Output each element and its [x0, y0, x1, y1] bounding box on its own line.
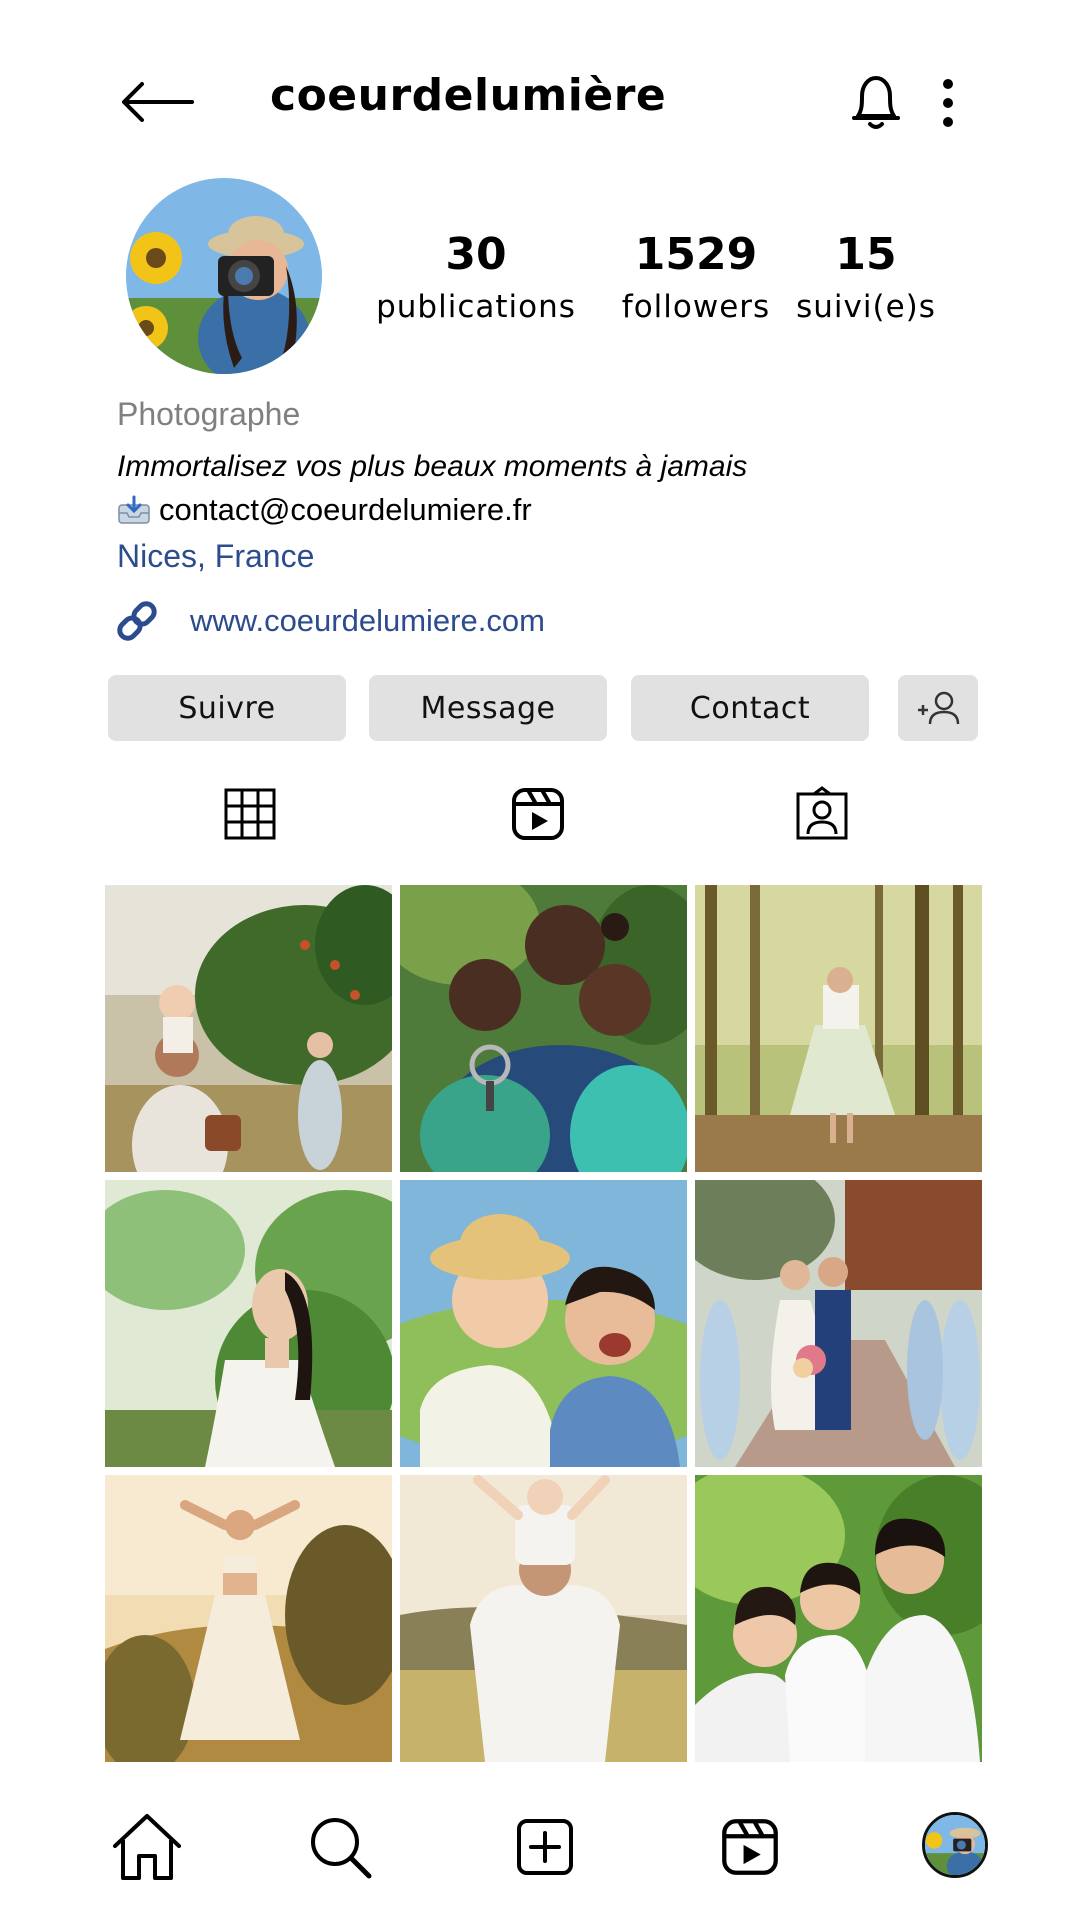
more-vertical-icon[interactable] [938, 78, 958, 128]
website-link: www.coeurdelumiere.com [190, 603, 545, 638]
grid-icon[interactable] [222, 786, 278, 842]
family-hug-photo [695, 1475, 982, 1762]
post-thumbnail[interactable] [695, 1475, 982, 1762]
stat-followers[interactable]: 1529 followers [596, 228, 796, 332]
stat-label: publications [376, 289, 576, 325]
email-text: contact@coeurdelumiere.fr [159, 492, 532, 527]
profile-location[interactable]: Nices, France [117, 538, 314, 575]
nav-home[interactable] [107, 1812, 187, 1882]
woman-trees-photo [105, 1180, 392, 1467]
post-thumbnail[interactable] [105, 1475, 392, 1762]
arrow-left-icon[interactable] [120, 80, 196, 124]
reels-icon [722, 1819, 778, 1875]
profile-avatar[interactable] [922, 1812, 988, 1878]
profile-email[interactable]: contact@coeurdelumiere.fr [117, 492, 532, 528]
nav-search[interactable] [300, 1812, 380, 1882]
stat-value: 15 [835, 229, 897, 280]
profile-website[interactable]: www.coeurdelumiere.com [114, 598, 545, 644]
inbox-tray-icon [118, 495, 150, 524]
suggest-user-button[interactable] [898, 675, 978, 741]
profile-header: coeurdelumière [0, 0, 1080, 200]
add-user-icon [918, 691, 960, 725]
reels-icon[interactable] [510, 786, 566, 842]
home-icon [113, 1814, 181, 1880]
nav-add-post[interactable] [505, 1812, 585, 1882]
post-thumbnail[interactable] [400, 885, 687, 1172]
post-thumbnail[interactable] [105, 1180, 392, 1467]
posts-grid [105, 885, 982, 1762]
search-icon [311, 1818, 372, 1879]
add-post-icon [517, 1819, 573, 1875]
profile-avatar[interactable] [126, 178, 322, 374]
stat-following[interactable]: 15 suivi(e)s [786, 228, 946, 332]
stat-publications[interactable]: 30 publications [376, 228, 576, 332]
post-thumbnail[interactable] [695, 1180, 982, 1467]
tagged-icon[interactable] [794, 786, 850, 842]
post-thumbnail[interactable] [105, 885, 392, 1172]
post-thumbnail[interactable] [695, 885, 982, 1172]
message-button[interactable]: Message [369, 675, 607, 741]
bell-icon[interactable] [848, 72, 904, 132]
post-thumbnail[interactable] [400, 1475, 687, 1762]
profile-category: Photographe [117, 396, 301, 432]
contact-button[interactable]: Contact [631, 675, 869, 741]
woman-forest-photo [695, 885, 982, 1172]
stat-label: followers [621, 289, 771, 325]
post-thumbnail[interactable] [400, 1180, 687, 1467]
children-laughing-photo [400, 1180, 687, 1467]
link-icon [117, 601, 157, 641]
stat-value: 30 [445, 229, 507, 280]
profile-bio: Immortalisez vos plus beaux moments à ja… [117, 450, 748, 483]
father-child-shoulders-photo [400, 1475, 687, 1762]
woman-sunset-field-photo [105, 1475, 392, 1762]
follow-button[interactable]: Suivre [108, 675, 346, 741]
wedding-couple-photo [695, 1180, 982, 1467]
father-kids-magnifier-photo [400, 885, 687, 1172]
nav-reels[interactable] [710, 1812, 790, 1882]
profile-username: coeurdelumière [270, 70, 667, 121]
stat-value: 1529 [634, 229, 758, 280]
family-orchard-photo [105, 885, 392, 1172]
stat-label: suivi(e)s [796, 289, 936, 325]
